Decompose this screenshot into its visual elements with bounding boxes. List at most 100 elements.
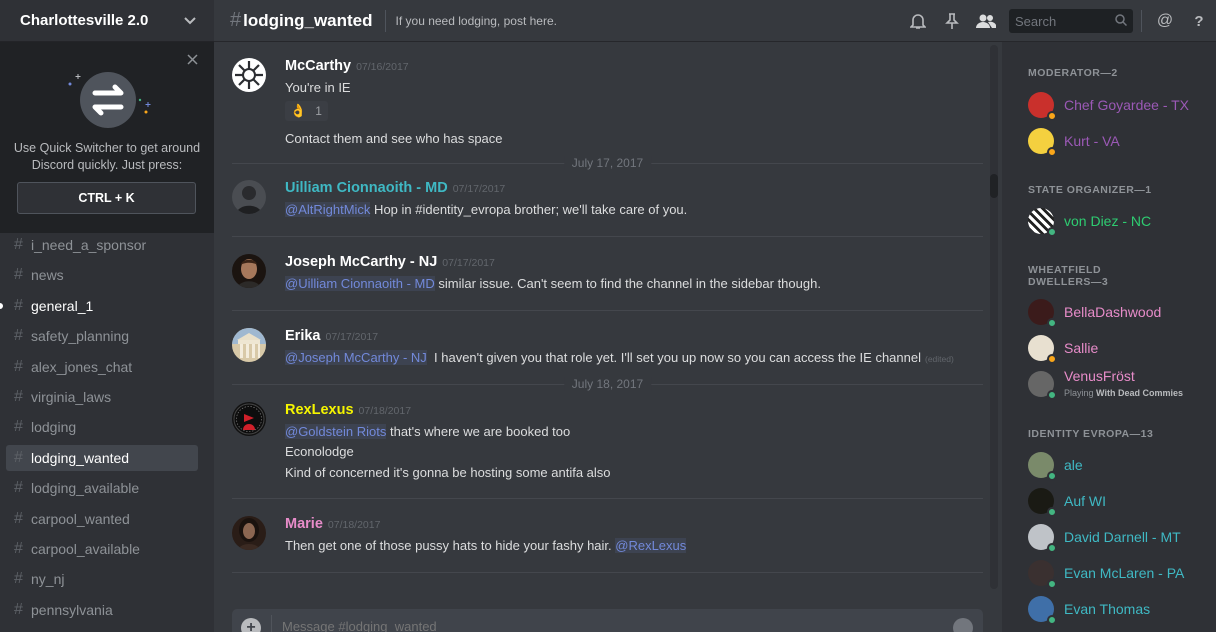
avatar[interactable] <box>232 58 266 92</box>
channel-ny_nj[interactable]: # ny_nj <box>6 566 198 592</box>
member-item[interactable]: Evan McLaren - PA <box>1028 557 1208 589</box>
help-icon[interactable]: ? <box>1182 0 1216 42</box>
avatar[interactable] <box>232 180 266 214</box>
channel-alex_jones_chat[interactable]: # alex_jones_chat <box>6 354 198 380</box>
user-mention[interactable]: @RexLexus <box>615 538 687 553</box>
user-mention[interactable]: @Goldstein Riots <box>285 424 387 439</box>
quick-switcher-arrows-icon <box>68 72 151 128</box>
reaction-count: 1 <box>315 104 322 119</box>
message-list: McCarthy 07/16/2017 You're in IE 👌 1 Con… <box>214 42 1002 608</box>
header-toolbar: Search @ ? <box>901 0 1216 42</box>
quick-switcher-text-line2: Discord quickly. Just press: <box>31 158 183 172</box>
message-divider <box>232 310 983 311</box>
member-activity: Playing With Dead Commies <box>1064 385 1183 401</box>
avatar <box>1028 92 1057 121</box>
channel-news[interactable]: # news <box>6 262 198 288</box>
channel-pennsylvania[interactable]: # pennsylvania <box>6 597 198 623</box>
member-name: David Darnell - MT <box>1064 529 1181 545</box>
channel-lodging_wanted[interactable]: # lodging_wanted <box>6 444 198 471</box>
message-text: @AltRightMick Hop in #identity_evropa br… <box>285 200 984 220</box>
chat-scrollbar[interactable] <box>990 45 998 589</box>
composer-divider <box>271 615 272 632</box>
mentions-icon[interactable]: @ <box>1148 0 1182 42</box>
channel-lodging[interactable]: # lodging <box>6 414 198 440</box>
member-item[interactable]: Sallie <box>1028 332 1208 364</box>
chevron-down-icon[interactable] <box>184 14 196 28</box>
hash-icon: # <box>14 296 23 314</box>
pin-icon[interactable] <box>935 0 969 42</box>
ok-hand-emoji: 👌 <box>290 103 307 119</box>
member-item[interactable]: Evan Thomas <box>1028 593 1208 625</box>
channel-general_1[interactable]: # general_1 <box>0 293 198 319</box>
avatar[interactable] <box>232 254 266 288</box>
emoji-picker-icon[interactable] <box>953 618 973 632</box>
channel-virginia_laws[interactable]: # virginia_laws <box>6 384 198 410</box>
user-mention[interactable]: @Joseph McCarthy - NJ <box>285 350 427 365</box>
message-body: Erika 07/17/2017 @Joseph McCarthy - NJ I… <box>285 328 984 369</box>
online-status-icon <box>1047 615 1057 625</box>
channel-label: i_need_a_sponsor <box>31 237 147 253</box>
member-item[interactable]: David Darnell - MT <box>1028 521 1208 553</box>
member-item[interactable]: Chef Goyardee - TX <box>1028 89 1208 121</box>
online-status-icon <box>1047 543 1057 553</box>
username[interactable]: Uilliam Cionnaoith - MD <box>285 180 448 196</box>
username[interactable]: RexLexus <box>285 402 354 418</box>
server-header[interactable]: Charlottesville 2.0 <box>0 0 214 42</box>
bell-icon[interactable] <box>901 0 935 42</box>
hash-icon: # <box>14 600 23 618</box>
avatar <box>1028 208 1057 237</box>
message-divider <box>232 236 983 237</box>
username[interactable]: Marie <box>285 516 323 532</box>
timestamp: 07/18/2017 <box>327 519 381 531</box>
member-group-title: IDENTITY EVROPA—13 <box>1028 428 1154 440</box>
reaction[interactable]: 👌 1 <box>285 101 328 122</box>
member-item[interactable]: ale <box>1028 449 1208 481</box>
message-body: Marie 07/18/2017 Then get one of those p… <box>285 516 984 556</box>
avatar[interactable] <box>232 328 266 362</box>
timestamp: 07/17/2017 <box>442 257 495 269</box>
user-mention[interactable]: @Uilliam Cionnaoith - MD <box>285 276 435 291</box>
username[interactable]: McCarthy <box>285 58 351 74</box>
channel-carpool_wanted[interactable]: # carpool_wanted <box>6 506 198 532</box>
avatar <box>1028 371 1057 400</box>
day-separator: July 18, 2017 <box>232 377 983 391</box>
channel-i_need_a_sponsor[interactable]: # i_need_a_sponsor <box>6 232 198 258</box>
idle-status-icon <box>1047 354 1057 364</box>
member-name: Evan Thomas <box>1064 601 1151 617</box>
hash-icon: # <box>230 9 242 31</box>
username[interactable]: Erika <box>285 328 320 344</box>
channel-label: lodging_available <box>31 480 140 497</box>
channel-label: general_1 <box>31 297 94 314</box>
member-item[interactable]: von Diez - NC <box>1028 205 1208 237</box>
search-input[interactable]: Search <box>1009 9 1133 33</box>
online-status-icon <box>1047 390 1057 400</box>
search-placeholder: Search <box>1015 13 1057 29</box>
member-group-title: MODERATOR—2 <box>1028 67 1118 79</box>
username[interactable]: Joseph McCarthy - NJ <box>285 254 437 270</box>
channel-label: lodging <box>31 419 77 436</box>
avatar <box>1028 128 1057 157</box>
idle-status-icon <box>1047 111 1057 121</box>
channel-carpool_available[interactable]: # carpool_available <box>6 536 198 562</box>
message-input[interactable] <box>282 619 882 632</box>
member-item[interactable]: BellaDashwood <box>1028 296 1208 328</box>
scrollbar-thumb[interactable] <box>990 174 998 198</box>
channel-lodging_available[interactable]: # lodging_available <box>6 475 198 501</box>
member-item[interactable]: VenusFröst Playing With Dead Commies <box>1028 368 1208 400</box>
idle-status-icon <box>1047 147 1057 157</box>
member-item[interactable]: Auf WI <box>1028 485 1208 517</box>
avatar <box>1028 596 1057 625</box>
close-icon[interactable] <box>187 52 198 70</box>
upload-plus-icon[interactable]: + <box>241 618 261 632</box>
day-separator: July 17, 2017 <box>232 156 983 170</box>
member-name: VenusFröst Playing With Dead Commies <box>1064 368 1183 401</box>
members-icon[interactable] <box>969 0 1003 42</box>
quick-switcher-shortcut[interactable]: CTRL + K <box>17 182 196 214</box>
online-status-icon <box>1047 471 1057 481</box>
member-item[interactable]: Kurt - VA <box>1028 125 1208 157</box>
user-mention[interactable]: @AltRightMick <box>285 202 371 217</box>
avatar[interactable] <box>232 402 266 436</box>
message-body: Joseph McCarthy - NJ 07/17/2017 @Uilliam… <box>285 254 984 294</box>
avatar[interactable] <box>232 516 266 550</box>
channel-safety_planning[interactable]: # safety_planning <box>6 323 198 349</box>
